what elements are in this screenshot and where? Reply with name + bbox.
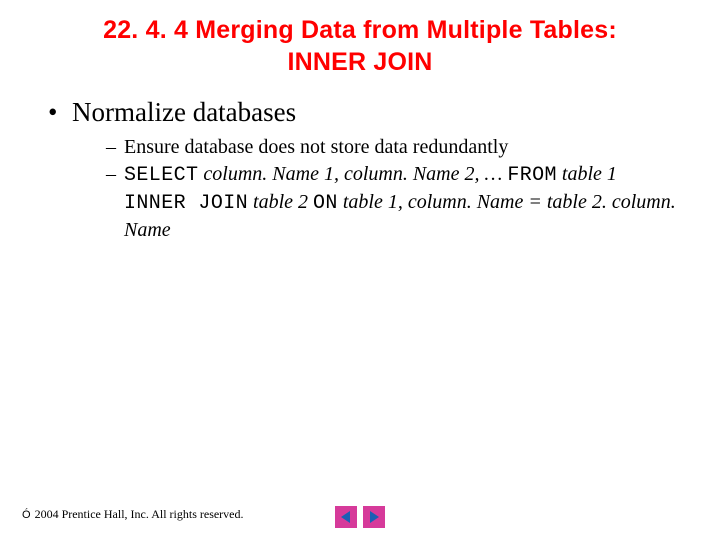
sql-sep2: , … — [475, 163, 508, 185]
sql-innerjoin: INNER JOIN — [124, 192, 248, 215]
footer-text: 2004 Prentice Hall, Inc. All rights rese… — [35, 507, 244, 522]
triangle-right-icon — [367, 510, 381, 524]
sql-on: ON — [313, 192, 338, 215]
sql-select: SELECT — [124, 164, 198, 187]
title-line-2: INNER JOIN — [287, 48, 432, 76]
sql-col2: column. Name 2 — [344, 163, 475, 185]
footer: Ó 2004 Prentice Hall, Inc. All rights re… — [22, 507, 244, 522]
bullet-text: Normalize databases — [72, 97, 296, 127]
dash-icon: – — [106, 134, 124, 161]
copyright-icon: Ó — [22, 509, 31, 521]
back-button[interactable] — [335, 506, 357, 528]
triangle-left-icon — [339, 510, 353, 524]
bullet-normalize: •Normalize databases — [48, 96, 680, 130]
forward-button[interactable] — [363, 506, 385, 528]
dash-icon: – — [106, 161, 124, 188]
sql-tbl1: table 1 — [557, 163, 617, 185]
subbullet-sql: –SELECT column. Name 1, column. Name 2, … — [48, 161, 680, 244]
nav-buttons — [335, 506, 385, 528]
slide-title: 22. 4. 4 Merging Data from Multiple Tabl… — [0, 0, 720, 78]
slide: 22. 4. 4 Merging Data from Multiple Tabl… — [0, 0, 720, 540]
bullet-dot-icon: • — [48, 96, 72, 130]
sql-sep1: , — [334, 163, 344, 185]
subbullet-redundant: –Ensure database does not store data red… — [48, 134, 680, 161]
slide-body: •Normalize databases –Ensure database do… — [0, 96, 720, 244]
sql-col1: column. Name 1 — [203, 163, 334, 185]
subbullet-text: Ensure database does not store data redu… — [124, 136, 508, 158]
sql-from: FROM — [507, 164, 557, 187]
sql-tbl2: table 2 — [248, 191, 313, 213]
title-line-1: 22. 4. 4 Merging Data from Multiple Tabl… — [103, 16, 617, 44]
